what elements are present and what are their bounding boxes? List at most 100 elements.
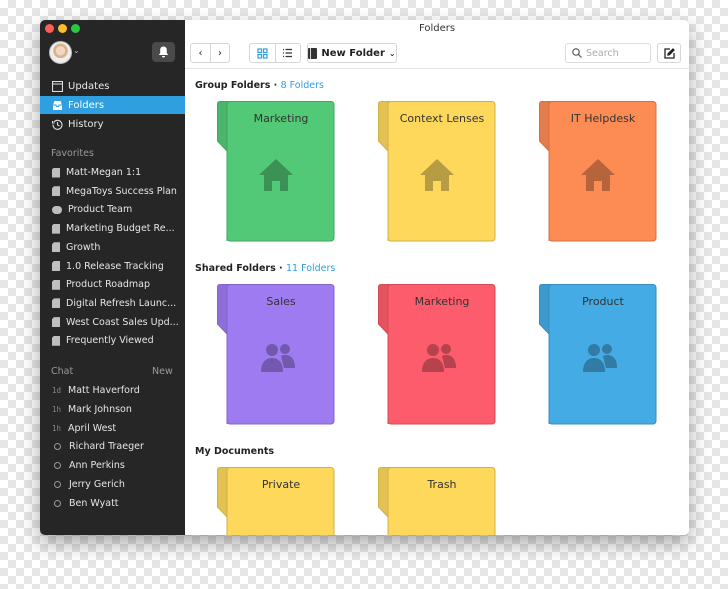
search-placeholder: Search (586, 47, 619, 59)
section-heading: Shared Folders · 11 Folders (195, 263, 336, 274)
folder-card[interactable]: Product (539, 284, 657, 425)
favorite-label: Product Roadmap (66, 279, 151, 291)
chat-name: Mark Johnson (68, 403, 132, 415)
sidebar-item-history[interactable]: History (40, 115, 185, 133)
chevron-left-icon: ‹ (198, 47, 203, 59)
folder-name: Private (261, 478, 301, 491)
folder-count-link[interactable]: 8 Folders (281, 80, 324, 91)
sidebar-item-label: History (68, 118, 104, 130)
back-button[interactable]: ‹ (191, 44, 210, 62)
document-icon (52, 317, 60, 328)
folder-name: Context Lenses (399, 112, 485, 125)
zoom-button[interactable] (71, 24, 80, 33)
folder-count-link[interactable]: 11 Folders (286, 263, 335, 274)
section-heading: Group Folders · 8 Folders (195, 80, 324, 91)
group-icon (52, 205, 62, 214)
calendar-icon (52, 80, 63, 92)
favorite-label: Growth (66, 241, 101, 253)
chat-time: 1d (52, 386, 62, 395)
favorites-heading: Favorites (51, 148, 94, 159)
section-heading: My Documents (195, 446, 274, 457)
chat-name: Richard Traeger (69, 441, 144, 453)
favorite-item[interactable]: Matt-Megan 1:1 (52, 167, 180, 178)
folder-card[interactable]: IT Helpdesk (539, 101, 657, 242)
favorite-label: Frequently Viewed (66, 335, 154, 347)
status-circle-icon (54, 481, 61, 488)
list-view-button[interactable] (274, 44, 300, 62)
chat-time: 1h (52, 404, 62, 414)
sidebar-item-folders[interactable]: Folders (40, 96, 185, 114)
favorite-item[interactable]: 1.0 Release Tracking (52, 261, 180, 272)
folder-name: Sales (266, 295, 296, 308)
sidebar-item-label: Updates (68, 80, 110, 92)
document-icon (52, 186, 60, 197)
favorite-label: West Coast Sales Upd... (66, 316, 179, 328)
forward-button[interactable]: › (210, 44, 229, 62)
folder-card[interactable]: Trash (378, 467, 496, 535)
favorite-item[interactable]: Product Team (52, 204, 180, 215)
favorite-label: 1.0 Release Tracking (66, 260, 164, 272)
chat-item[interactable]: Richard Traeger (52, 441, 180, 452)
new-chat-button[interactable]: New (152, 366, 173, 377)
folder-name: Trash (427, 478, 457, 491)
minimize-button[interactable] (58, 24, 67, 33)
main-content: Folders ‹ › New Folder ⌄ Search Group Fol… (185, 20, 689, 535)
window-controls (45, 24, 80, 33)
folder-card[interactable]: Marketing (217, 101, 335, 242)
sidebar: ⌄ Updates Folders History Favorites Matt-M… (40, 20, 185, 535)
grid-icon (257, 47, 268, 59)
notebook-icon (308, 47, 318, 59)
favorite-item[interactable]: Marketing Budget Re... (52, 223, 180, 234)
inbox-icon (52, 100, 63, 111)
favorite-item[interactable]: Product Roadmap (52, 279, 180, 290)
avatar[interactable] (49, 41, 72, 64)
chat-item[interactable]: 1h Mark Johnson (52, 404, 180, 415)
chat-item[interactable]: Jerry Gerich (52, 479, 180, 490)
favorite-item[interactable]: West Coast Sales Upd... (52, 317, 180, 328)
document-icon (52, 261, 60, 271)
favorite-item[interactable]: Digital Refresh Launc... (52, 298, 180, 309)
search-input[interactable]: Search (565, 43, 651, 63)
chat-name: Matt Haverford (68, 385, 140, 396)
sidebar-item-updates[interactable]: Updates (40, 77, 185, 95)
folder-card[interactable]: Context Lenses (378, 101, 496, 242)
chat-heading: Chat (51, 366, 74, 377)
favorite-item[interactable]: MegaToys Success Plan (52, 186, 180, 197)
chat-item[interactable]: 1d Matt Haverford (52, 385, 180, 396)
section-title: Shared Folders (195, 263, 276, 274)
chat-time: 1h (52, 423, 62, 433)
sidebar-item-label: Folders (68, 99, 105, 111)
toolbar-divider (185, 68, 689, 69)
folder-name: Marketing (253, 112, 309, 125)
document-icon (52, 167, 60, 178)
document-icon (52, 242, 60, 253)
search-icon (572, 48, 582, 58)
favorite-label: Matt-Megan 1:1 (66, 167, 142, 178)
favorite-item[interactable]: Frequently Viewed (52, 335, 180, 346)
folder-card[interactable]: Marketing (378, 284, 496, 425)
compose-button[interactable] (657, 43, 681, 63)
section-title: My Documents (195, 446, 275, 457)
chat-item[interactable]: Ann Perkins (52, 460, 180, 471)
section-title: Group Folders (195, 80, 271, 91)
favorite-label: Product Team (68, 204, 133, 216)
favorite-item[interactable]: Growth (52, 242, 180, 253)
status-circle-icon (54, 443, 61, 451)
document-icon (52, 298, 60, 309)
window-title: Folders (418, 23, 456, 34)
chat-item[interactable]: 1h April West (52, 423, 180, 434)
status-circle-icon (54, 462, 61, 470)
chevron-right-icon: › (218, 47, 222, 59)
chat-name: Ann Perkins (69, 460, 125, 472)
new-folder-button[interactable]: New Folder ⌄ (307, 43, 397, 63)
view-toggle (249, 43, 301, 63)
grid-view-button[interactable] (250, 44, 275, 62)
notifications-button[interactable] (152, 42, 175, 62)
chevron-down-icon[interactable]: ⌄ (73, 46, 80, 55)
close-button[interactable] (45, 24, 54, 33)
folder-card[interactable]: Sales (217, 284, 335, 425)
chat-item[interactable]: Ben Wyatt (52, 498, 180, 509)
favorite-label: MegaToys Success Plan (66, 185, 177, 197)
chevron-down-icon: ⌄ (388, 48, 396, 58)
folder-card[interactable]: Private (217, 467, 335, 535)
